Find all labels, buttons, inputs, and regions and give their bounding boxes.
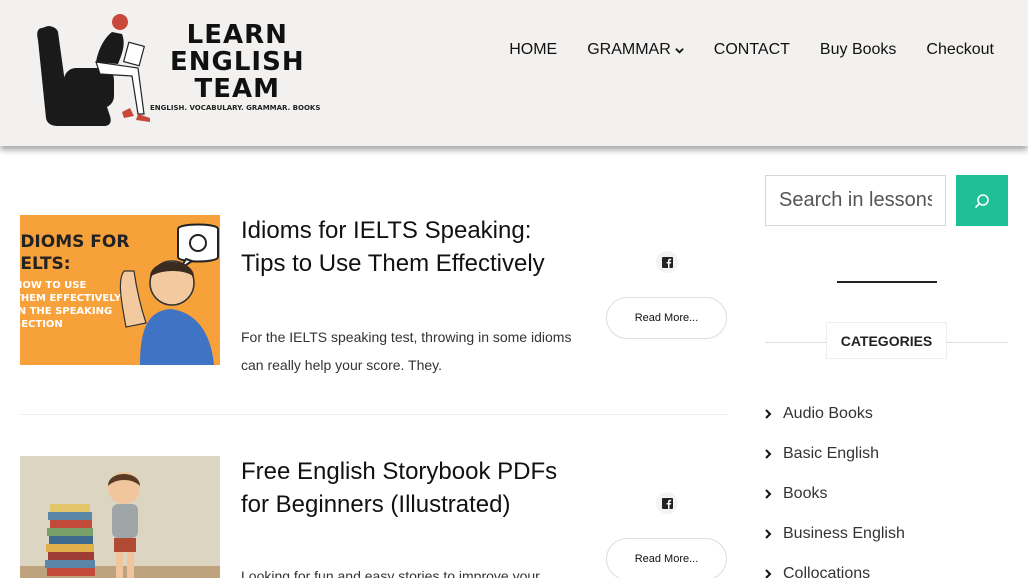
chevron-right-icon [765, 448, 783, 460]
main-nav: HOME GRAMMAR CONTACT Buy Books Checkout [509, 41, 994, 59]
site-logo[interactable]: LEARN ENGLISH TEAM ENGLISH. VOCABULARY. … [34, 10, 320, 130]
nav-contact[interactable]: CONTACT [714, 41, 790, 59]
site-header: LEARN ENGLISH TEAM ENGLISH. VOCABULARY. … [0, 0, 1028, 146]
sidebar-separator [837, 281, 937, 283]
logo-line-1: LEARN [186, 20, 288, 50]
logo-line-2: ENGLISH [170, 47, 305, 77]
logo-wordmark: LEARN ENGLISH TEAM [170, 22, 305, 103]
nav-checkout[interactable]: Checkout [926, 41, 994, 59]
search-input[interactable] [765, 175, 946, 226]
facebook-share-icon[interactable] [656, 251, 678, 273]
chevron-right-icon [765, 528, 783, 540]
category-item[interactable]: Books [765, 474, 905, 514]
nav-checkout-label: Checkout [926, 41, 994, 58]
post-thumbnail[interactable]: IDIOMS FOR IELTS: HOW TO USE THEM EFFECT… [20, 215, 220, 365]
logo-line-3: TEAM [194, 74, 281, 104]
chevron-right-icon [765, 488, 783, 500]
search-button[interactable] [956, 175, 1008, 226]
read-more-button[interactable]: Read More... [606, 538, 727, 578]
chevron-down-icon [675, 47, 684, 54]
category-item[interactable]: Business English [765, 514, 905, 554]
nav-home-label: HOME [509, 41, 558, 58]
post-excerpt: For the IELTS speaking test, throwing in… [241, 329, 572, 373]
category-item[interactable]: Collocations [765, 554, 905, 578]
category-list: Audio Books Basic English Books Business… [765, 394, 905, 578]
thumbnail-illustration [119, 223, 219, 365]
post-divider [20, 414, 727, 415]
category-label: Books [783, 485, 828, 502]
facebook-share-icon[interactable] [656, 492, 678, 514]
category-label: Business English [783, 525, 905, 542]
thumbnail-illustration [20, 456, 220, 578]
categories-heading: CATEGORIES [826, 322, 947, 359]
nav-grammar-label: GRAMMAR [587, 41, 671, 58]
logo-illustration [37, 14, 150, 126]
post-thumbnail[interactable] [20, 456, 220, 578]
category-label: Audio Books [783, 405, 873, 422]
logo-tagline: ENGLISH. VOCABULARY. GRAMMAR. BOOKS [150, 104, 321, 112]
category-label: Basic English [783, 445, 880, 462]
post-title[interactable]: Idioms for IELTS Speaking: Tips to Use T… [241, 215, 581, 280]
nav-buy-books-label: Buy Books [819, 41, 897, 58]
category-label: Collocations [783, 565, 871, 578]
nav-grammar[interactable]: GRAMMAR [587, 41, 684, 59]
search-icon [974, 193, 989, 208]
read-more-button[interactable]: Read More... [606, 297, 727, 339]
post-title[interactable]: Free English Storybook PDFs for Beginner… [241, 456, 581, 521]
chevron-right-icon [765, 408, 783, 420]
nav-contact-label: CONTACT [713, 41, 790, 58]
category-item[interactable]: Basic English [765, 434, 905, 474]
nav-home[interactable]: HOME [509, 41, 557, 59]
post-excerpt: Looking for fun and easy stories to impr… [241, 568, 540, 578]
nav-buy-books[interactable]: Buy Books [820, 41, 896, 59]
category-item[interactable]: Audio Books [765, 394, 905, 434]
chevron-right-icon [765, 568, 783, 578]
